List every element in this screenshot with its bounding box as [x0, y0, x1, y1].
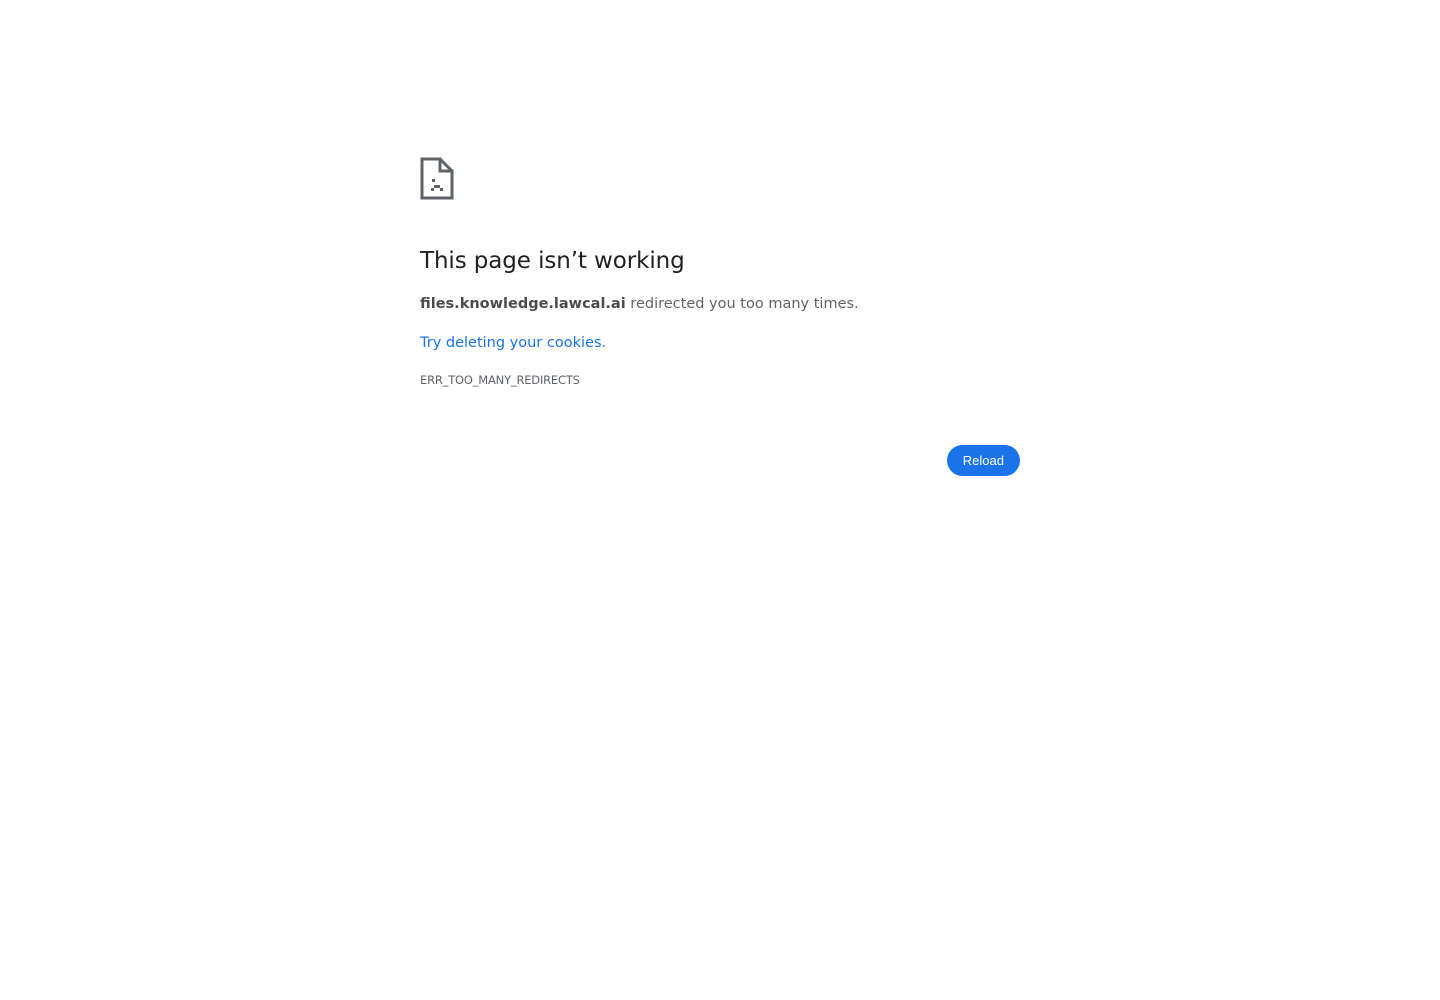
- sad-document-icon: [420, 157, 454, 200]
- error-summary: files.knowledge.lawcal.ai redirected you…: [420, 294, 1020, 314]
- delete-cookies-link[interactable]: Try deleting your cookies.: [420, 335, 606, 351]
- suggestion: Try deleting your cookies.: [420, 333, 1020, 353]
- button-row: Reload: [420, 445, 1020, 476]
- error-code: ERR_TOO_MANY_REDIRECTS: [420, 373, 580, 387]
- page-title: This page isn’t working: [420, 248, 685, 274]
- reload-button[interactable]: Reload: [946, 445, 1020, 476]
- error-summary-text: redirected you too many times.: [625, 296, 859, 312]
- error-host: files.knowledge.lawcal.ai: [420, 296, 626, 312]
- error-page-content: This page isn’t working files.knowledge.…: [420, 157, 1020, 388]
